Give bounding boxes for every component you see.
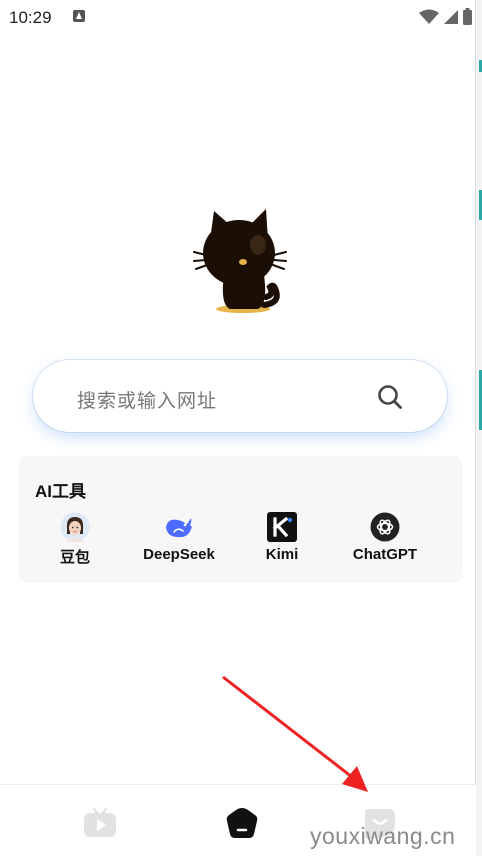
status-bar: 10:29 — [0, 0, 476, 34]
home-icon[interactable] — [224, 805, 260, 841]
cat-mascot-logo — [193, 209, 287, 313]
tool-doubao[interactable]: 豆包 — [53, 512, 97, 572]
search-icon[interactable] — [377, 384, 403, 410]
tool-label: DeepSeek — [143, 546, 215, 563]
deepseek-icon — [166, 518, 192, 538]
chatgpt-icon — [370, 512, 400, 542]
status-icons — [419, 8, 472, 25]
app-notification-icon — [73, 10, 85, 22]
doubao-icon — [60, 512, 90, 542]
search-placeholder: 搜索或输入网址 — [77, 391, 218, 412]
tool-label: ChatGPT — [352, 546, 418, 563]
tool-label: Kimi — [265, 546, 299, 563]
search-input[interactable]: 搜索或输入网址 — [33, 360, 447, 432]
signal-icon — [444, 9, 458, 24]
tool-chatgpt[interactable]: ChatGPT — [347, 512, 423, 572]
kimi-icon — [267, 512, 297, 542]
tv-icon[interactable] — [82, 805, 118, 841]
right-edge-strip — [475, 0, 482, 856]
ai-tools-card: AI工具 豆包 DeepSeek Kimi ChatGPT — [18, 456, 463, 583]
watermark-text: youxiwang.cn — [310, 823, 456, 849]
tool-kimi[interactable]: Kimi — [262, 512, 302, 572]
wifi-icon — [419, 9, 439, 24]
ai-tools-title: AI工具 — [35, 482, 86, 501]
status-time: 10:29 — [9, 8, 52, 27]
tool-deepseek[interactable]: DeepSeek — [137, 512, 221, 572]
battery-icon — [463, 8, 472, 25]
tool-label: 豆包 — [59, 549, 90, 566]
